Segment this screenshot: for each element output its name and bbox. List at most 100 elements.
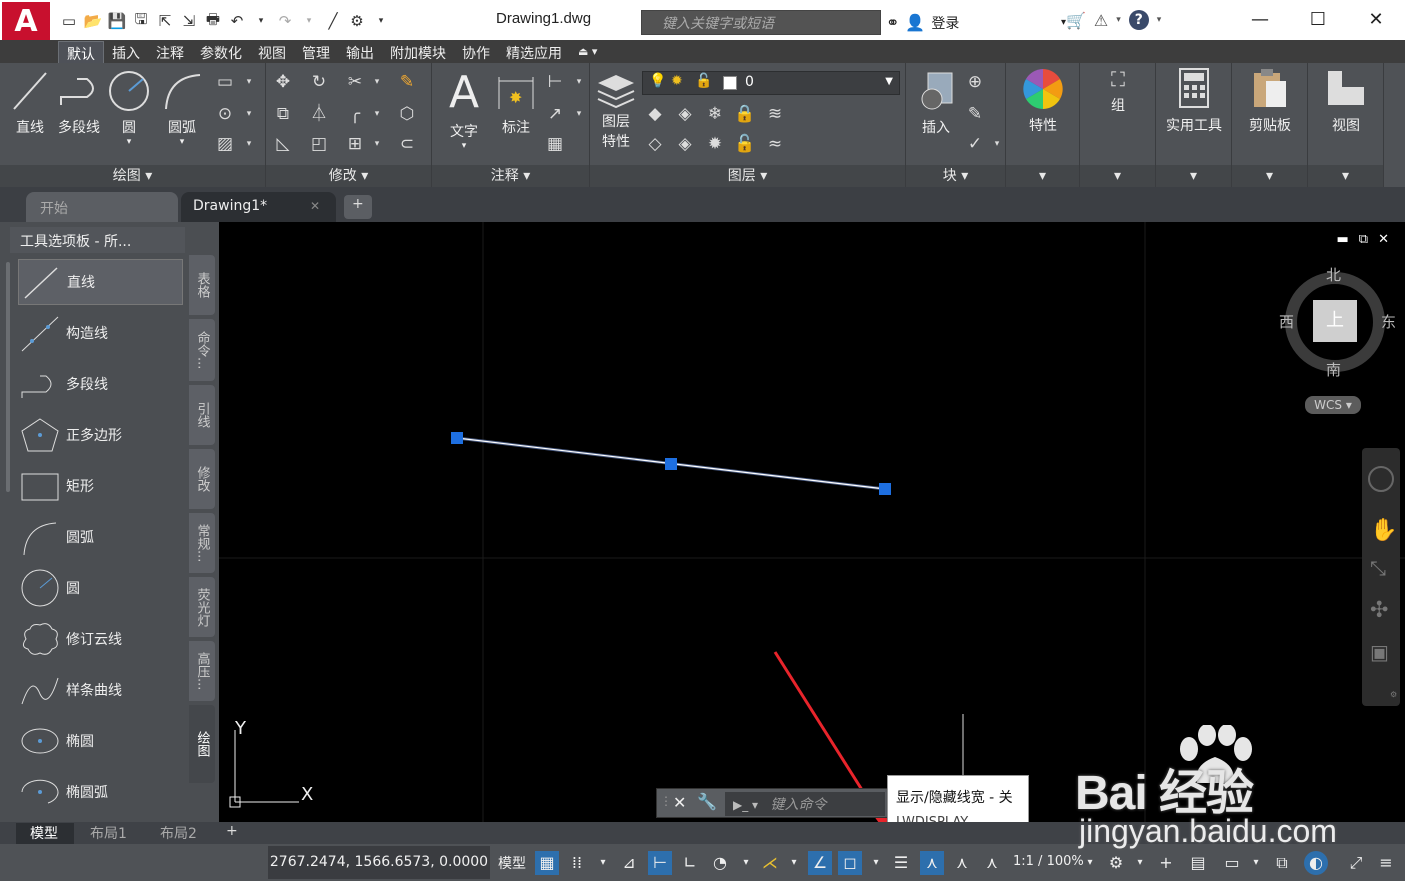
grid-display-icon[interactable]: ▦: [535, 851, 559, 875]
object-snap-tracking-icon[interactable]: ∠: [808, 851, 832, 875]
workspace-icon[interactable]: ⚙: [346, 10, 368, 32]
annotation-scale-value[interactable]: 1:1 / 100%: [1013, 854, 1084, 869]
infer-constraints-icon[interactable]: ⊿: [617, 851, 641, 875]
side-tab-high-voltage[interactable]: 高压...: [189, 641, 215, 701]
view-tool[interactable]: 视图: [1316, 67, 1376, 135]
tab-start[interactable]: 开始: [26, 192, 178, 222]
a360-icon[interactable]: ⚠: [1094, 11, 1108, 30]
command-line-grip-icon[interactable]: ⋮: [660, 794, 672, 808]
rotate-icon[interactable]: ↻: [308, 71, 330, 93]
pan-icon[interactable]: ✋: [1370, 518, 1397, 543]
scale-dropdown-icon[interactable]: ▾: [1078, 851, 1102, 875]
isodraft-icon[interactable]: ⋌: [758, 851, 782, 875]
annotation-visibility-icon[interactable]: ⋏: [920, 851, 944, 875]
annotation-scale-icon[interactable]: ⋏: [980, 851, 1004, 875]
move-icon[interactable]: ✥: [272, 71, 294, 93]
cart-icon[interactable]: 🛒: [1066, 11, 1086, 30]
workspace-dropdown-icon[interactable]: ▾: [1128, 851, 1152, 875]
palette-item-arc[interactable]: 圆弧: [18, 514, 183, 560]
leader-dropdown-icon[interactable]: ▾: [568, 103, 590, 125]
command-line-customize-icon[interactable]: 🔧: [697, 792, 717, 811]
layer-color-swatch[interactable]: [723, 76, 737, 90]
search-input[interactable]: 键入关键字或短语: [641, 10, 881, 35]
explode-icon[interactable]: ⬡: [396, 103, 418, 125]
layer-lock-icon[interactable]: 🔒: [734, 103, 756, 125]
ellipse-icon[interactable]: ⊙: [214, 103, 236, 125]
linear-dim-icon[interactable]: ⊢: [544, 71, 566, 93]
layer-thaw-all-icon[interactable]: ✹: [704, 133, 726, 155]
utilities-tool[interactable]: 实用工具: [1158, 67, 1230, 135]
tab-output[interactable]: 输出: [338, 41, 382, 63]
side-tab-table[interactable]: 表格: [189, 255, 215, 315]
login-label[interactable]: 登录: [931, 13, 959, 33]
viewcube-face-top[interactable]: 上: [1313, 300, 1357, 342]
compass-east[interactable]: 东: [1381, 311, 1396, 332]
trim-icon[interactable]: ✂: [344, 71, 366, 93]
viewport-close-icon[interactable]: ✕: [1378, 232, 1389, 247]
line-tool[interactable]: 直线: [8, 69, 52, 137]
insert-block-tool[interactable]: 插入: [912, 69, 960, 137]
copy-icon[interactable]: ⧉: [272, 103, 294, 125]
layer-previous-icon[interactable]: ◇: [644, 133, 666, 155]
arc-tool[interactable]: 圆弧 ▾: [158, 69, 206, 147]
undo-icon[interactable]: ↶: [226, 10, 248, 32]
view-panel-footer[interactable]: ▾: [1308, 165, 1383, 187]
table-icon[interactable]: ▦: [544, 133, 566, 155]
array-icon[interactable]: ⊞: [344, 133, 366, 155]
block-attributes-dropdown-icon[interactable]: ▾: [986, 133, 1008, 155]
object-snap-dropdown-icon[interactable]: ▾: [864, 851, 888, 875]
tab-drawing1[interactable]: Drawing1* ✕: [181, 192, 336, 222]
model-space-button[interactable]: 模型: [498, 853, 526, 873]
layer-unlock-all-icon[interactable]: 🔓: [734, 133, 756, 155]
fillet-icon[interactable]: ╭: [344, 103, 366, 125]
wcs-menu-button[interactable]: WCS ▾: [1305, 396, 1361, 414]
annotation-panel-footer[interactable]: 注释 ▾: [432, 165, 589, 187]
palette-item-spline[interactable]: 样条曲线: [18, 667, 183, 713]
binoculars-icon[interactable]: ⚭: [886, 13, 899, 32]
showmotion-icon[interactable]: ▣: [1370, 640, 1389, 664]
grip-midpoint[interactable]: [665, 458, 677, 470]
arc-dropdown-icon[interactable]: ▾: [158, 137, 206, 147]
tab-parametric[interactable]: 参数化: [192, 41, 250, 63]
tab-drawing1-close-icon[interactable]: ✕: [310, 199, 320, 213]
quick-properties-icon[interactable]: ▭: [1220, 851, 1244, 875]
viewport-minimize-icon[interactable]: ▬: [1337, 232, 1349, 247]
tab-featured-apps[interactable]: 精选应用: [498, 41, 570, 63]
minimize-icon[interactable]: —: [1231, 0, 1289, 38]
tab-addins[interactable]: 附加模块: [382, 41, 454, 63]
redo-icon[interactable]: ↷: [274, 10, 296, 32]
side-tab-modify[interactable]: 修改: [189, 449, 215, 509]
new-tab-button[interactable]: +: [344, 195, 372, 219]
navbar-options-icon[interactable]: ⚙: [1390, 690, 1397, 699]
array-dropdown-icon[interactable]: ▾: [366, 133, 388, 155]
side-tab-leader[interactable]: 引线: [189, 385, 215, 445]
polar-dropdown-icon[interactable]: ▾: [734, 851, 758, 875]
compass-south[interactable]: 南: [1326, 359, 1341, 380]
new-layout-button[interactable]: +: [218, 823, 246, 844]
dynamic-input-icon[interactable]: ⊢: [648, 851, 672, 875]
snap-dropdown-icon[interactable]: ▾: [591, 851, 615, 875]
save-icon[interactable]: 💾: [106, 10, 128, 32]
layers-panel-footer[interactable]: 图层 ▾: [590, 165, 905, 187]
grip-start[interactable]: [451, 432, 463, 444]
scale-icon[interactable]: ◰: [308, 133, 330, 155]
redo-dropdown-icon[interactable]: ▾: [298, 10, 320, 32]
create-block-icon[interactable]: ⊕: [964, 71, 986, 93]
linear-dim-dropdown-icon[interactable]: ▾: [568, 71, 590, 93]
erase-icon[interactable]: ✎: [396, 71, 418, 93]
modify-panel-footer[interactable]: 修改 ▾: [266, 165, 431, 187]
palette-item-revcloud[interactable]: 修订云线: [18, 616, 183, 662]
login-area[interactable]: ⚭ 👤 登录 ▾: [886, 10, 1066, 35]
layer-walk-icon[interactable]: ≈: [764, 133, 786, 155]
tab-view[interactable]: 视图: [250, 41, 294, 63]
match-properties-icon[interactable]: ╱: [322, 10, 344, 32]
ellipse-dropdown-icon[interactable]: ▾: [238, 103, 260, 125]
palette-item-xline[interactable]: 构造线: [18, 310, 183, 356]
palette-item-line[interactable]: 直线: [18, 259, 183, 305]
tab-annotate[interactable]: 注释: [148, 41, 192, 63]
viewport-restore-icon[interactable]: ⧉: [1359, 232, 1368, 247]
web-open-icon[interactable]: ⇱: [154, 10, 176, 32]
a360-dropdown-icon[interactable]: ▾: [1116, 15, 1121, 25]
leader-icon[interactable]: ↗: [544, 103, 566, 125]
lineweight-icon[interactable]: ☰: [889, 851, 913, 875]
